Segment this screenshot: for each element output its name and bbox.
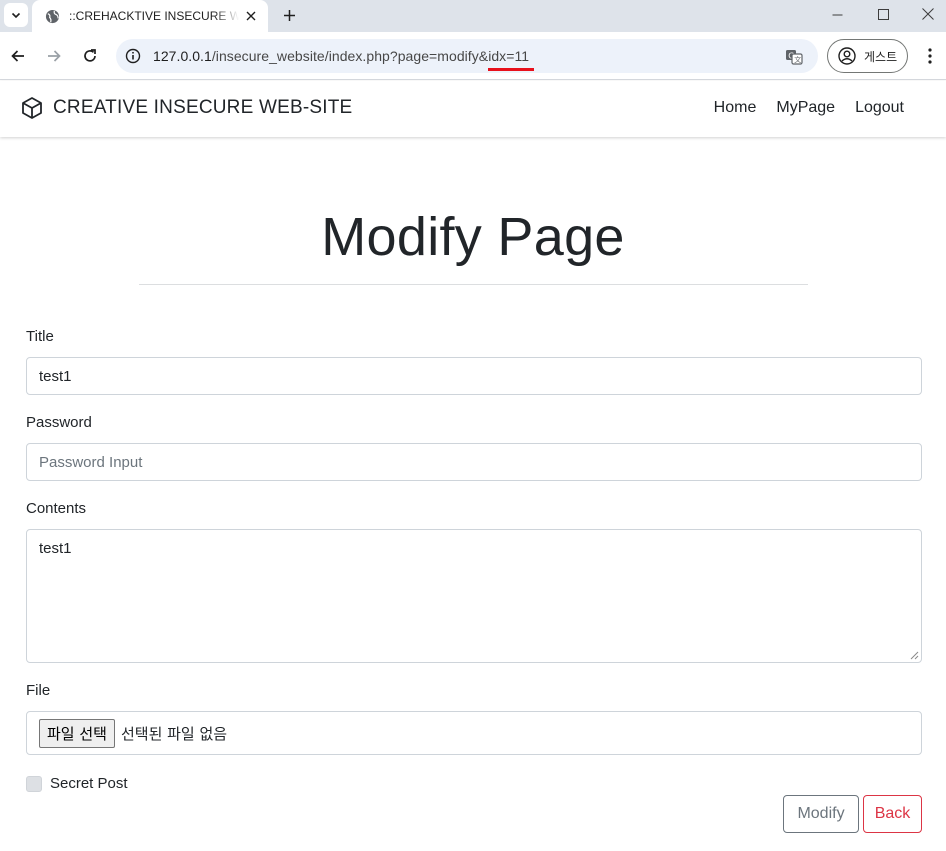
contents-value: test1 — [39, 540, 72, 557]
profile-label: 게스트 — [864, 49, 898, 64]
window-close-button[interactable] — [905, 0, 946, 28]
browser-menu-button[interactable] — [920, 44, 940, 68]
page-title: Modify Page — [321, 207, 625, 267]
minimize-icon — [832, 14, 842, 15]
password-placeholder: Password Input — [39, 453, 143, 471]
browser-tab-strip: ::CREHACKTIVE INSECURE WEBSITE:: — [0, 0, 946, 32]
maximize-icon — [877, 8, 889, 20]
close-icon — [922, 8, 934, 20]
tab-close-button[interactable] — [242, 7, 260, 25]
translate-icon[interactable]: G文 — [784, 47, 804, 67]
modify-button[interactable]: Modify — [783, 795, 859, 833]
nav-links: Home MyPage Logout — [694, 99, 904, 117]
profile-button[interactable]: 게스트 — [827, 39, 908, 73]
brand-name: CREATIVE INSECURE WEB-SITE — [53, 97, 353, 118]
site-info-icon[interactable] — [124, 47, 142, 65]
title-label: Title — [26, 328, 54, 345]
tab-title: ::CREHACKTIVE INSECURE WEBSITE:: — [69, 9, 239, 23]
more-vertical-icon — [928, 48, 932, 64]
title-divider — [139, 284, 808, 285]
avatar-icon — [838, 47, 856, 65]
new-tab-button[interactable] — [278, 4, 300, 26]
nav-link-mypage[interactable]: MyPage — [776, 99, 835, 117]
password-input[interactable]: Password Input — [26, 443, 922, 481]
browser-tab-active[interactable]: ::CREHACKTIVE INSECURE WEBSITE:: — [32, 0, 268, 32]
title-input-value: test1 — [39, 367, 72, 385]
secret-post-checkbox[interactable] — [26, 775, 42, 792]
contents-textarea[interactable]: test1 — [26, 529, 922, 663]
minimize-button[interactable] — [814, 0, 860, 28]
maximize-button[interactable] — [860, 0, 906, 28]
annotation-underline — [488, 68, 534, 71]
nav-link-logout[interactable]: Logout — [855, 99, 904, 117]
site-navbar: CREATIVE INSECURE WEB-SITE Home MyPage L… — [0, 81, 946, 137]
secret-post-row: Secret Post — [26, 775, 128, 792]
plus-icon — [283, 9, 295, 21]
back-button[interactable]: Back — [863, 795, 922, 833]
nav-link-home[interactable]: Home — [714, 99, 757, 117]
file-choose-button[interactable]: 파일 선택 — [39, 718, 115, 748]
globe-icon — [44, 8, 60, 24]
close-icon — [246, 11, 256, 21]
chevron-down-icon — [11, 12, 21, 19]
tab-search-button[interactable] — [4, 3, 28, 27]
arrow-left-icon — [11, 50, 24, 62]
address-bar[interactable]: 127.0.0.1/insecure_website/index.php?pag… — [116, 39, 818, 73]
file-label: File — [26, 682, 51, 699]
file-input[interactable]: 파일 선택 선택된 파일 없음 — [26, 711, 922, 755]
forward-nav-button[interactable] — [42, 44, 66, 68]
svg-text:文: 文 — [794, 55, 801, 64]
resize-grip-icon[interactable] — [910, 651, 919, 660]
box-icon — [22, 97, 42, 119]
browser-toolbar: 127.0.0.1/insecure_website/index.php?pag… — [0, 32, 946, 80]
arrow-right-icon — [48, 50, 61, 62]
secret-post-label[interactable]: Secret Post — [50, 775, 128, 792]
title-input[interactable]: test1 — [26, 357, 922, 395]
back-nav-button[interactable] — [6, 44, 30, 68]
url-path: /insecure_website/index.php?page=modify&… — [211, 48, 530, 64]
reload-button[interactable] — [78, 44, 102, 68]
brand-link[interactable]: CREATIVE INSECURE WEB-SITE — [21, 96, 352, 120]
password-label: Password — [26, 414, 92, 431]
file-status: 선택된 파일 없음 — [120, 724, 228, 743]
contents-label: Contents — [26, 500, 87, 517]
url-host: 127.0.0.1 — [153, 48, 212, 64]
url-text[interactable]: 127.0.0.1/insecure_website/index.php?pag… — [153, 48, 529, 64]
reload-icon — [84, 49, 96, 62]
